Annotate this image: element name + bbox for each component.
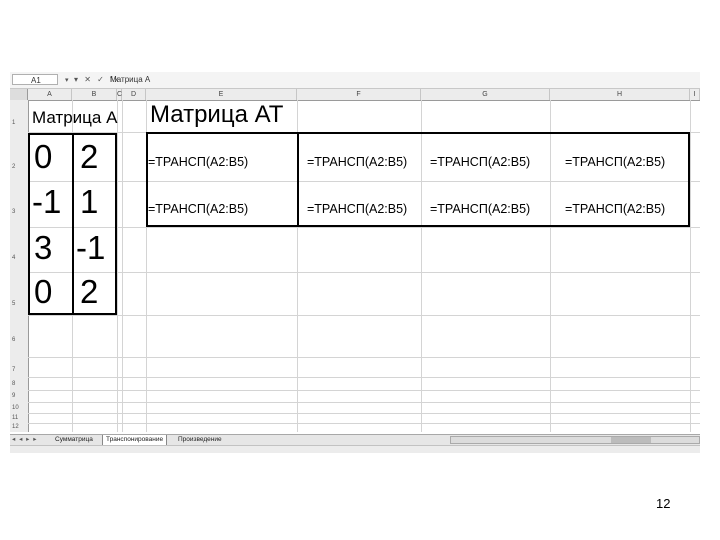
row-header-10[interactable]: 10 (10, 405, 28, 411)
matrix-a-cell[interactable]: -1 (76, 230, 105, 266)
matrix-a-cell[interactable]: 1 (80, 184, 98, 220)
matrix-a-title[interactable]: Матрица А (32, 108, 117, 128)
row-header-9[interactable]: 9 (10, 393, 28, 399)
matrix-at-formula-cell[interactable]: =ТРАНСП(A2:B5) (307, 202, 407, 216)
grid-line (117, 100, 118, 432)
column-header-f[interactable]: F (297, 89, 421, 100)
row-header-8[interactable]: 8 (10, 381, 28, 387)
matrix-at-formula-cell[interactable]: =ТРАНСП(A2:B5) (430, 155, 530, 169)
matrix-a-cell[interactable]: 2 (80, 139, 98, 175)
formula-input[interactable]: Матрица А (110, 72, 150, 88)
spreadsheet-window: A1 ▾ ▾ ✕ ✓ fx Матрица А A B C D E F G H … (10, 72, 700, 453)
column-header-i[interactable]: I (690, 89, 700, 100)
matrix-at-formula-cell[interactable]: =ТРАНСП(A2:B5) (565, 202, 665, 216)
matrix-at-formula-cell[interactable]: =ТРАНСП(A2:B5) (430, 202, 530, 216)
grid-line (28, 315, 700, 316)
row-header-3[interactable]: 3 (10, 209, 28, 215)
column-header-b[interactable]: B (72, 89, 117, 100)
matrix-a-cell[interactable]: 0 (34, 139, 52, 175)
row-header-4[interactable]: 4 (10, 255, 28, 261)
name-box-value: A1 (31, 76, 41, 85)
matrix-a-cell[interactable]: 3 (34, 230, 52, 266)
grid-line (28, 272, 700, 273)
grid-line (28, 227, 700, 228)
matrix-a-cell[interactable]: -1 (32, 184, 61, 220)
matrix-at-formula-cell[interactable]: =ТРАНСП(A2:B5) (307, 155, 407, 169)
grid-line (28, 423, 700, 424)
grid-line (28, 377, 700, 378)
column-header-h[interactable]: H (550, 89, 690, 100)
column-header-row: A B C D E F G H I (10, 89, 700, 101)
select-all-corner[interactable] (10, 89, 28, 100)
row-header-6[interactable]: 6 (10, 337, 28, 343)
column-header-g[interactable]: G (421, 89, 550, 100)
tab-transpose[interactable]: Транспонирование (102, 435, 168, 445)
matrix-a-cell[interactable]: 2 (80, 274, 98, 310)
tab-product[interactable]: Произведение (175, 435, 225, 445)
status-bar (10, 445, 700, 453)
row-header-5[interactable]: 5 (10, 301, 28, 307)
matrix-a-divider (72, 133, 74, 315)
name-box[interactable]: A1 (12, 74, 58, 85)
tab-scroll-buttons[interactable]: ◂ ◂ ▸ ▸ (12, 435, 37, 445)
formula-bar: A1 ▾ ▾ ✕ ✓ fx Матрица А (10, 72, 700, 89)
page-number: 12 (656, 496, 671, 511)
matrix-at-title[interactable]: Матрица АТ (150, 101, 283, 129)
grid-line (28, 402, 700, 403)
column-header-d[interactable]: D (122, 89, 146, 100)
matrix-at-formula-cell[interactable]: =ТРАНСП(A2:B5) (148, 202, 248, 216)
row-header-2[interactable]: 2 (10, 164, 28, 170)
scrollbar-thumb[interactable] (611, 437, 651, 443)
row-header-11[interactable]: 11 (10, 415, 28, 421)
horizontal-scrollbar[interactable] (450, 436, 700, 444)
tab-sum-matrix[interactable]: Сумматрица (52, 435, 96, 445)
grid-line (28, 390, 700, 391)
matrix-at-formula-cell[interactable]: =ТРАНСП(A2:B5) (148, 155, 248, 169)
matrix-a-cell[interactable]: 0 (34, 274, 52, 310)
grid-line (28, 357, 700, 358)
matrix-at-formula-cell[interactable]: =ТРАНСП(A2:B5) (565, 155, 665, 169)
matrix-at-divider (297, 132, 299, 227)
column-header-a[interactable]: A (28, 89, 72, 100)
column-header-e[interactable]: E (146, 89, 297, 100)
grid-line (690, 100, 691, 432)
row-header-1[interactable]: 1 (10, 120, 28, 126)
name-box-dropdown-icon[interactable]: ▾ (65, 73, 69, 89)
row-header-7[interactable]: 7 (10, 367, 28, 373)
grid-line (122, 100, 123, 432)
grid-line (28, 413, 700, 414)
sheet-tabs-bar: ◂ ◂ ▸ ▸ Сумматрица Транспонирование Прои… (10, 434, 700, 445)
row-header-12[interactable]: 12 (10, 424, 28, 430)
